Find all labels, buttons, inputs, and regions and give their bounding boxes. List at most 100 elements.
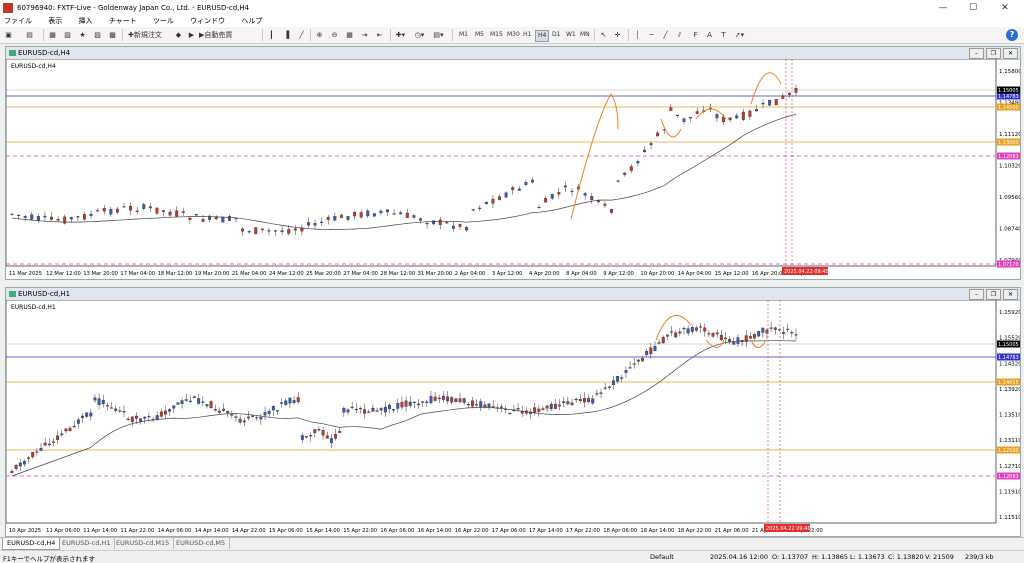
chart-window-title: EURUSD-cd,H4 — [18, 49, 71, 57]
terminal-icon[interactable]: ▨ — [92, 29, 103, 41]
menu-window[interactable]: ウィンドウ — [190, 16, 225, 27]
zoom-out-icon[interactable]: ⊖ — [329, 29, 340, 41]
candle-body — [544, 198, 548, 203]
line-chart-icon[interactable]: ╱ — [296, 29, 307, 41]
auto-trading-icon-2[interactable]: ▶ — [186, 29, 197, 41]
time-axis-label: 24 Mar 12:00 — [269, 271, 304, 277]
price-axis-label: 1.13510 — [999, 413, 1020, 419]
maximize-button[interactable]: ☐ — [958, 1, 988, 15]
periods-icon[interactable]: ◷▾ — [414, 29, 425, 41]
menu-tools[interactable]: ツール — [153, 16, 174, 27]
chart-minimize-button[interactable]: – — [969, 48, 984, 59]
time-axis-label: 17 Apr 06:00 — [492, 528, 526, 534]
horizontal-line-icon[interactable]: ─ — [646, 29, 657, 41]
candle-body — [129, 206, 133, 211]
vertical-line-icon[interactable]: │ — [632, 29, 643, 41]
status-traffic: 239/3 kb — [965, 553, 994, 561]
fibonacci-icon[interactable]: F — [690, 29, 701, 41]
candle-body — [478, 207, 482, 209]
candle-body — [636, 359, 640, 362]
timeframe-m1[interactable]: M1 — [457, 30, 470, 40]
candle-body — [777, 329, 781, 331]
timeframe-h4[interactable]: H4 — [535, 30, 550, 42]
bar-chart-icon[interactable]: ┃ — [266, 29, 277, 41]
candle-body — [159, 411, 163, 417]
chart-close-button[interactable]: ✕ — [1003, 289, 1018, 300]
chart-window-h1[interactable]: EURUSD-cd,H1 – ❐ ✕ EURUSD-cd,H1 1.15920 1.15… — [5, 287, 1021, 537]
candle-body — [707, 333, 711, 335]
tab-eurusd-h1[interactable]: EURUSD-cd,H1 — [58, 538, 116, 549]
timeframe-m5[interactable]: M5 — [473, 30, 486, 40]
tile-windows-icon[interactable]: ▦ — [344, 29, 355, 41]
crosshair-icon[interactable]: ✛ — [612, 29, 623, 41]
templates-icon[interactable]: ▤▾ — [433, 29, 444, 41]
time-axis-label: 17 Apr 22:00 — [566, 528, 600, 534]
menu-help[interactable]: ヘルプ — [241, 16, 262, 27]
menu-chart[interactable]: チャート — [109, 16, 137, 27]
chart-close-button[interactable]: ✕ — [1003, 48, 1018, 59]
candle-body — [221, 216, 225, 223]
data-window-icon[interactable]: ▧ — [62, 29, 73, 41]
candle-body — [753, 334, 756, 339]
zoom-in-icon[interactable]: ⊕ — [314, 29, 325, 41]
minimize-button[interactable]: — — [928, 1, 958, 15]
tab-eurusd-m5[interactable]: EURUSD-cd,M5 — [172, 538, 231, 549]
arrows-icon[interactable]: ➚▾ — [734, 29, 745, 41]
timeframe-m30[interactable]: M30 — [505, 30, 522, 40]
close-button[interactable]: ✕ — [990, 1, 1020, 15]
candle-body — [247, 231, 251, 233]
chart-minimize-button[interactable]: – — [969, 289, 984, 300]
candle-body — [180, 400, 184, 405]
chart-restore-button[interactable]: ❐ — [986, 289, 1001, 300]
navigator-icon[interactable]: ★ — [77, 29, 88, 41]
menu-view[interactable]: 表示 — [48, 16, 62, 27]
text-icon[interactable]: A — [704, 29, 715, 41]
candle-body — [43, 215, 47, 218]
candle-body — [155, 415, 159, 420]
auto-trading-button[interactable]: ▶自動売買 — [199, 29, 257, 41]
cursor-icon[interactable]: ↖ — [598, 29, 609, 41]
candle-body — [10, 213, 14, 215]
menu-file[interactable]: ファイル — [4, 16, 32, 27]
timeframe-mn[interactable]: MN — [578, 30, 592, 40]
chart-window-h4[interactable]: EURUSD-cd,H4 –❐✕ EURUSD-cd,H4 1.15800 1.13… — [5, 46, 1021, 280]
price-tag-label: 1.14783 — [998, 355, 1019, 361]
price-chart-h4[interactable]: EURUSD-cd,H41.158001.134801.111201.10320… — [6, 59, 1020, 278]
market-watch-icon[interactable]: ▦ — [47, 29, 58, 41]
help-search-icon[interactable]: ? — [1006, 29, 1018, 41]
new-order-button[interactable]: ✚新規注文 — [128, 29, 176, 41]
candle-body — [271, 406, 275, 411]
timeframe-h1[interactable]: H1 — [521, 30, 533, 40]
timeframe-d1[interactable]: D1 — [550, 30, 562, 40]
price-chart-h1[interactable]: EURUSD-cd,H11.159201.155201.143201.13920… — [6, 300, 1020, 535]
time-axis-label: 11 Apr 14:00 — [83, 528, 117, 534]
chart-restore-button[interactable]: ❐ — [986, 48, 1001, 59]
candle-body — [790, 332, 794, 334]
label-icon[interactable]: T — [718, 29, 729, 41]
menu-insert[interactable]: 挿入 — [78, 16, 92, 27]
new-chart-icon[interactable]: ▣ — [3, 29, 14, 41]
window-title: 60796940: FXTF-Live - Goldenway Japan Co… — [17, 4, 250, 12]
candle-body — [425, 401, 429, 403]
candle-body — [549, 403, 553, 409]
profiles-icon[interactable]: ▤ — [24, 29, 35, 41]
candle-body — [353, 212, 357, 217]
indicators-icon[interactable]: ✚▾ — [395, 29, 406, 41]
tab-eurusd-h4[interactable]: EURUSD-cd,H4 — [2, 538, 61, 550]
candle-body — [366, 210, 370, 217]
candle-body — [441, 395, 445, 400]
time-axis-label: 2 Apr 04:00 — [455, 271, 486, 277]
candle-body — [309, 435, 313, 437]
strategy-tester-icon[interactable]: ▩ — [107, 29, 118, 41]
trendline-icon[interactable]: ╱ — [660, 29, 671, 41]
candlestick-icon[interactable]: ▐ — [281, 29, 292, 41]
candle-body — [578, 399, 582, 402]
timeframe-m15[interactable]: M15 — [488, 30, 505, 40]
autoscroll-icon[interactable]: ⇥ — [359, 29, 370, 41]
metaeditor-icon[interactable]: ◆ — [173, 29, 184, 41]
tab-eurusd-m15[interactable]: EURUSD-cd,M15 — [112, 538, 175, 549]
timeframe-w1[interactable]: W1 — [564, 30, 578, 40]
chart-shift-icon[interactable]: ⇤ — [374, 29, 385, 41]
time-axis-label: 15 Apr 06:00 — [269, 528, 303, 534]
channel-icon[interactable]: ⫽ — [674, 29, 685, 41]
